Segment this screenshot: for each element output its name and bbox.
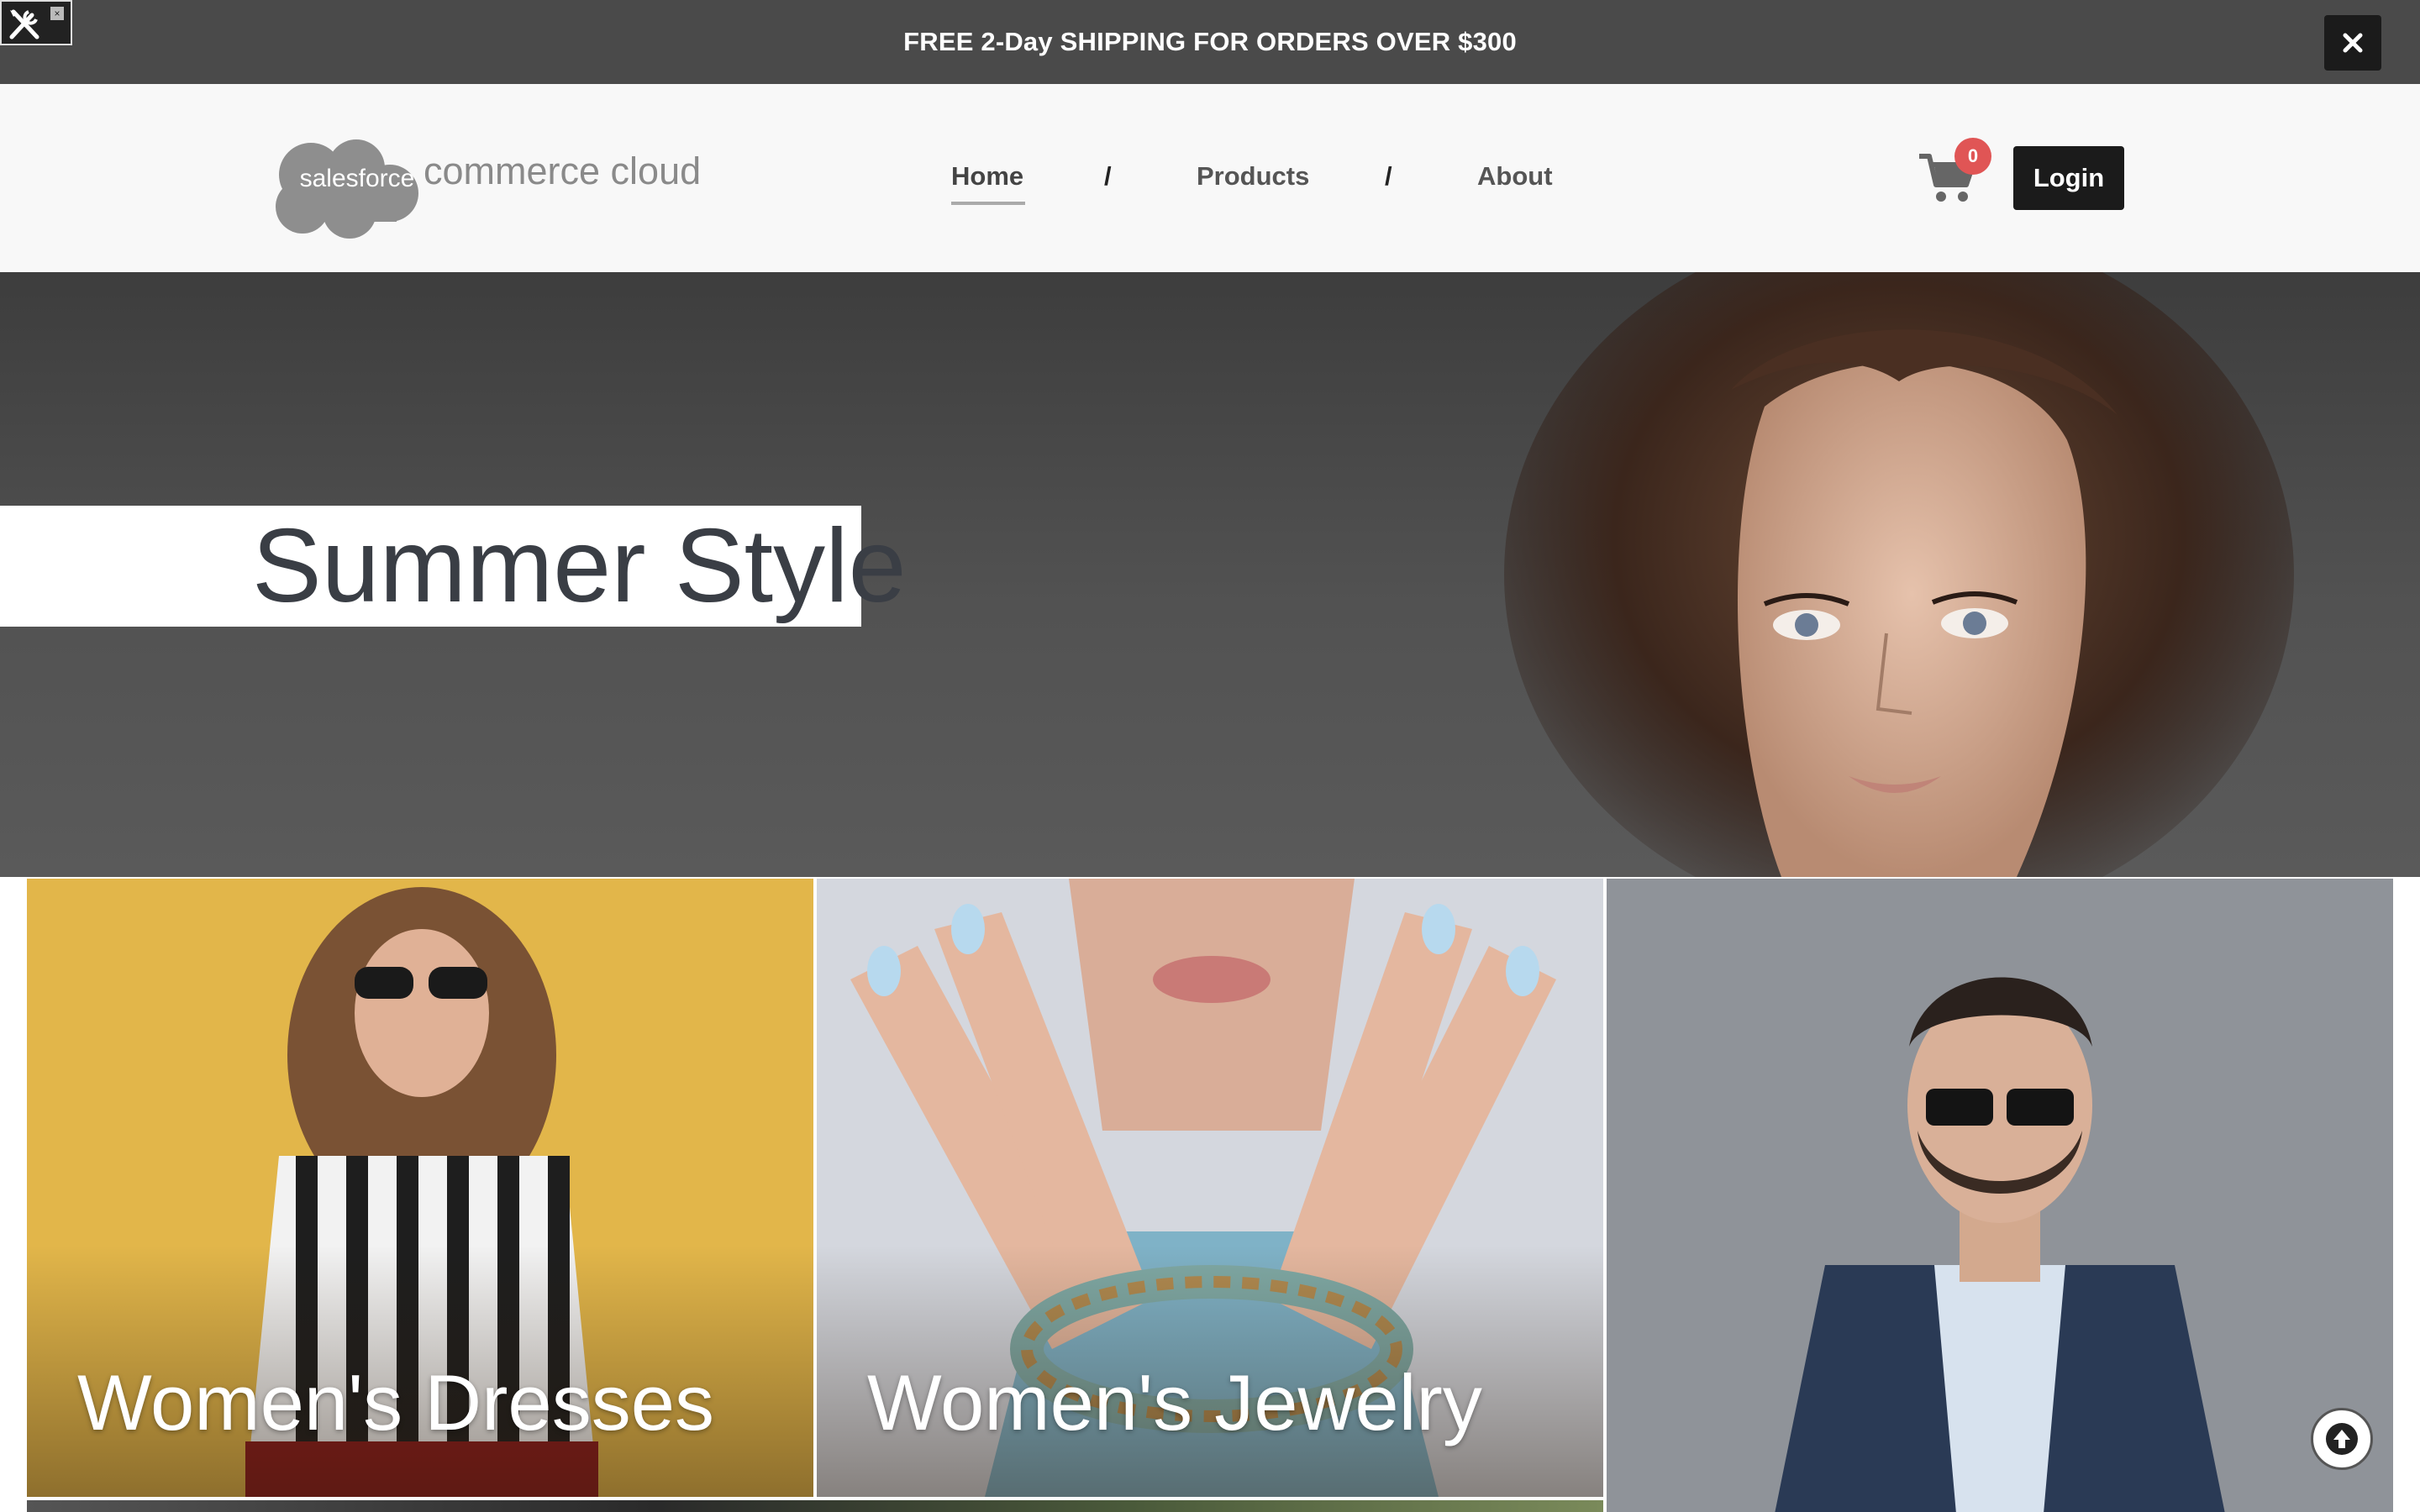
category-tile-mens[interactable] <box>1607 879 2393 1512</box>
login-button[interactable]: Login <box>2013 146 2124 210</box>
next-row-images-strip <box>27 1500 1603 1512</box>
dev-tools-close-icon[interactable]: × <box>50 7 64 20</box>
tile-label: Women's Dresses <box>77 1358 714 1446</box>
nav-home[interactable]: Home <box>951 161 1023 192</box>
nav-active-underline <box>951 202 1025 205</box>
category-tile-womens-dresses[interactable]: Women's Dresses <box>27 879 813 1497</box>
hero-title-box: Summer Style <box>0 506 907 627</box>
tile-label: Women's Jewelry <box>867 1358 1482 1446</box>
hero-banner[interactable]: Summer Style <box>0 272 2420 877</box>
scroll-to-top-button[interactable] <box>2311 1408 2373 1470</box>
dev-tools-widget[interactable]: × <box>0 0 72 45</box>
nav-separator: / <box>1104 161 1112 191</box>
cart-count-badge: 0 <box>1954 138 1991 175</box>
category-tiles: Women's Dresses Women's Jewelry <box>0 877 2420 1512</box>
promo-banner: FREE 2-Day SHIPPING FOR ORDERS OVER $300 <box>0 0 2420 84</box>
hero-title: Summer Style <box>252 508 907 624</box>
site-header: salesforce commerce cloud Home / Product… <box>0 84 2420 272</box>
promo-close-button[interactable] <box>2324 15 2381 71</box>
nav-about[interactable]: About <box>1477 161 1553 192</box>
page: FREE 2-Day SHIPPING FOR ORDERS OVER $300… <box>0 0 2420 1512</box>
nav-separator: / <box>1385 161 1392 191</box>
category-tile-womens-jewelry[interactable]: Women's Jewelry <box>817 879 1603 1497</box>
hero-model-image <box>1504 272 2294 877</box>
close-icon <box>2343 33 2363 53</box>
mens-image <box>1607 879 2393 1512</box>
promo-text: FREE 2-Day SHIPPING FOR ORDERS OVER $300 <box>903 27 1517 56</box>
wrench-screwdriver-icon <box>9 9 39 39</box>
nav-products[interactable]: Products <box>1197 161 1309 192</box>
arrow-up-circle-icon <box>2326 1423 2358 1455</box>
